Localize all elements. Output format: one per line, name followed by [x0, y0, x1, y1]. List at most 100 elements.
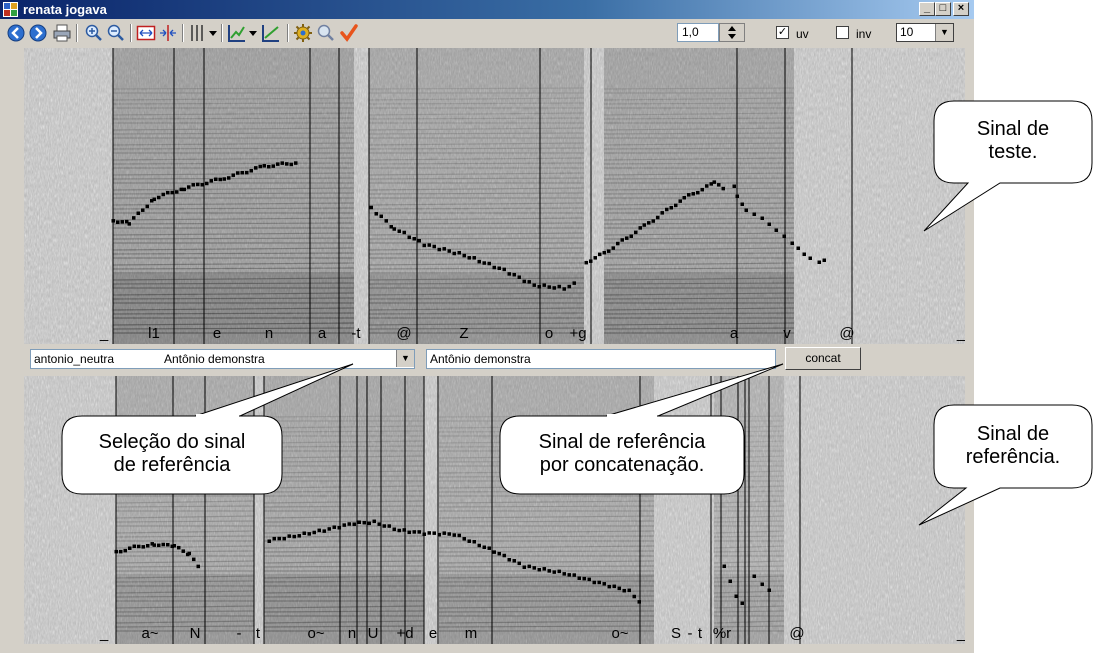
pitch-point: [452, 251, 456, 256]
pitch-point: [557, 569, 561, 574]
pitch-point: [629, 234, 633, 238]
toolbar: 1,0 ✓ uv inv 10 ▼: [0, 19, 974, 48]
minimize-button[interactable]: _: [919, 2, 935, 16]
inv-checkbox[interactable]: [836, 26, 849, 39]
close-button[interactable]: ×: [953, 2, 969, 16]
pitch-point: [384, 219, 388, 223]
pitch-point: [582, 576, 586, 581]
pitch-point: [337, 525, 341, 530]
zoom-out-icon[interactable]: [106, 23, 126, 43]
pitch-point: [512, 272, 516, 277]
pitch-point: [437, 532, 441, 537]
uv-checkbox[interactable]: ✓: [776, 26, 789, 39]
dropdown-arrow-icon[interactable]: [209, 31, 217, 37]
phoneme-label: %r: [713, 625, 731, 642]
globe-back-icon[interactable]: [6, 23, 26, 43]
phoneme-label: l1: [148, 325, 160, 342]
pitch-point: [728, 579, 732, 583]
pitch-point: [146, 543, 150, 548]
count-select[interactable]: 10 ▼: [896, 23, 954, 42]
pitch-point: [422, 243, 426, 248]
pitch-point: [145, 204, 149, 209]
pitch-point: [782, 234, 786, 238]
fit-width-icon[interactable]: [136, 23, 156, 43]
pitch-point: [392, 527, 396, 532]
print-icon[interactable]: [52, 23, 72, 43]
pitch-point: [527, 280, 531, 284]
phoneme-label: o~: [611, 625, 628, 642]
reference-signal-select[interactable]: antonio_neutra Antônio demonstra ▼: [30, 349, 415, 369]
pitch-point: [617, 586, 621, 591]
concat-button[interactable]: concat: [785, 347, 861, 370]
pitch-point: [170, 190, 174, 195]
pitch-point: [161, 542, 165, 547]
callout-concatenation-text: Sinal de referência por concatenação.: [500, 431, 744, 477]
pitch-point: [442, 531, 446, 535]
callout-reference-line: referência.: [965, 446, 1061, 468]
split-icon[interactable]: [158, 23, 178, 43]
reference-text-input[interactable]: Antônio demonstra: [426, 349, 776, 369]
search-icon[interactable]: [316, 23, 336, 43]
uv-label: uv: [796, 27, 809, 41]
pitch-point: [417, 530, 421, 534]
pitch-point: [542, 283, 546, 287]
settings-icon[interactable]: [293, 23, 313, 43]
test-spectrogram-canvas: _ l1 e n a -t @ Zo +g a v @ _: [24, 48, 965, 344]
pitch-point: [179, 187, 183, 192]
chart-icon[interactable]: [227, 23, 247, 43]
pitch-point: [567, 284, 571, 289]
phoneme-label: +d: [396, 625, 413, 642]
chevron-down-icon[interactable]: ▼: [396, 350, 414, 367]
voiced-region: [603, 48, 795, 344]
application-window: renata jogava _ □ × 1,0 ✓ uv inv 10 ▼ _ …: [0, 0, 974, 653]
pitch-point: [280, 161, 284, 165]
maximize-button[interactable]: □: [935, 2, 951, 16]
pitch-point: [287, 534, 291, 538]
pitch-point: [302, 531, 306, 536]
callout-test-line: Sinal de: [976, 118, 1050, 140]
callout-selection-text: Seleção do sinal de referência: [62, 431, 282, 477]
callout-reference-line: Sinal de: [976, 423, 1050, 445]
pitch-point: [790, 241, 794, 245]
dropdown-arrow-icon[interactable]: [249, 31, 257, 37]
pitch-point: [734, 594, 738, 598]
pitch-point: [412, 530, 416, 534]
zoom-input[interactable]: 1,0: [677, 23, 719, 42]
spin-up-icon[interactable]: [728, 26, 736, 31]
pitch-point: [651, 219, 655, 223]
zoom-in-icon[interactable]: [84, 23, 104, 43]
pitch-point: [632, 594, 636, 599]
pitch-point: [522, 279, 526, 284]
reference-signal-spectrogram[interactable]: _ a~ N - t o~ n U +d e m o~ S - t %r @ _: [24, 376, 965, 644]
pitch-point: [132, 216, 136, 220]
toolbar-separator: [130, 24, 132, 42]
chevron-down-icon[interactable]: ▼: [935, 24, 953, 41]
toolbar-separator: [182, 24, 184, 42]
spin-down-icon[interactable]: [728, 34, 736, 39]
pitch-point: [187, 185, 191, 189]
toolbar-separator: [221, 24, 223, 42]
pitch-point: [289, 162, 293, 167]
zoom-stepper[interactable]: [719, 23, 745, 42]
vertical-lines-icon[interactable]: [188, 23, 208, 43]
test-signal-spectrogram[interactable]: _ l1 e n a -t @ Zo +g a v @ _: [24, 48, 965, 344]
pitch-point: [271, 164, 275, 168]
reference-controls: antonio_neutra Antônio demonstra ▼ Antôn…: [0, 344, 974, 376]
check-icon[interactable]: [339, 23, 359, 43]
pitch-point: [767, 222, 771, 226]
pitch-point: [123, 548, 127, 553]
pitch-point: [177, 545, 181, 550]
phoneme-label: o: [545, 325, 553, 342]
pitch-point: [427, 243, 431, 247]
pitch-point: [285, 162, 289, 166]
pitch-point: [209, 179, 213, 183]
pitch-point: [642, 223, 646, 227]
pitch-point: [175, 190, 179, 194]
title-bar[interactable]: renata jogava _ □ ×: [0, 0, 974, 19]
callout-test-line: teste.: [988, 141, 1038, 163]
pitch-point: [547, 569, 551, 573]
pitch-point: [602, 582, 606, 586]
pitch-point: [262, 164, 266, 168]
chart-line-icon[interactable]: [261, 23, 281, 43]
globe-forward-icon[interactable]: [28, 23, 48, 43]
